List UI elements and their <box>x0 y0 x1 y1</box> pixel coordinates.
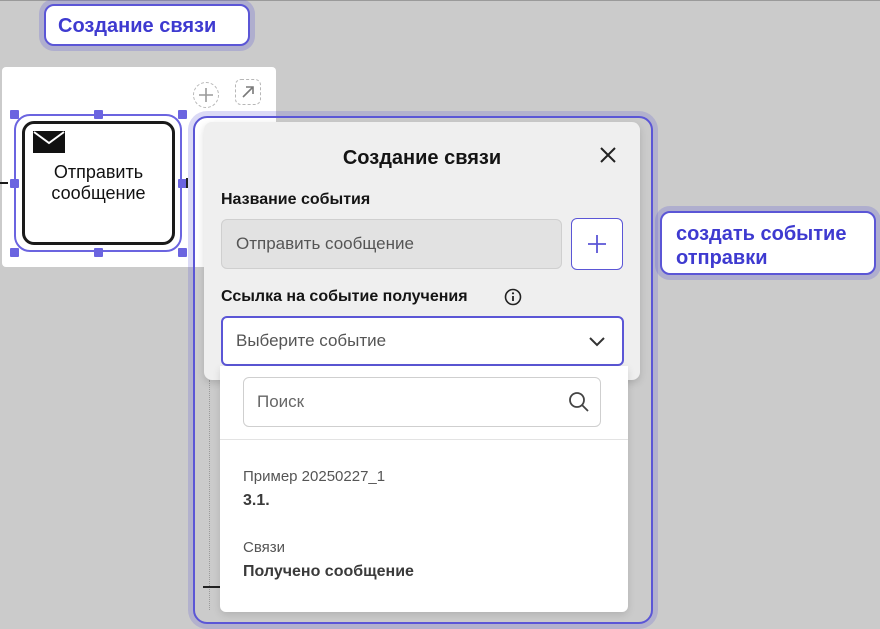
group-label: Связи <box>243 539 286 556</box>
append-element-button[interactable] <box>193 82 219 108</box>
callout-text: создать событие <box>676 223 847 245</box>
resize-handle[interactable] <box>10 179 19 188</box>
callout-create-send-event: создать событие отправки <box>660 211 876 275</box>
resize-handle[interactable] <box>10 248 19 257</box>
callout-text: отправки <box>676 247 768 269</box>
chevron-down-icon <box>589 337 605 347</box>
event-option[interactable]: Получено сообщение <box>243 563 414 581</box>
event-name-label: Название события <box>221 191 371 208</box>
dialog-title: Создание связи <box>342 147 502 169</box>
close-icon[interactable] <box>597 144 619 166</box>
task-label: Отправить сообщение <box>25 162 172 204</box>
search-icon <box>569 392 589 412</box>
top-border <box>0 0 880 1</box>
divider <box>220 439 628 440</box>
resize-handle[interactable] <box>94 110 103 119</box>
search-placeholder: Поиск <box>257 392 305 411</box>
group-label: Пример 20250227_1 <box>243 468 386 485</box>
info-icon[interactable] <box>504 288 522 306</box>
resize-handle[interactable] <box>178 110 187 119</box>
arrow-up-right-icon <box>242 86 254 98</box>
connector-stub <box>0 182 8 184</box>
event-option[interactable]: 3.1. <box>243 492 270 510</box>
resize-handle[interactable] <box>94 248 103 257</box>
envelope-icon <box>33 131 65 153</box>
task-label-line: сообщение <box>51 183 146 203</box>
receive-link-label: Ссылка на событие получения <box>221 288 468 305</box>
callout-create-connection: Создание связи <box>44 4 250 46</box>
resize-handle[interactable] <box>10 110 19 119</box>
select-placeholder: Выберите событие <box>236 331 387 350</box>
send-message-task[interactable]: Отправить сообщение <box>22 121 175 245</box>
resize-handle[interactable] <box>178 248 187 257</box>
event-dropdown: Поиск Пример 20250227_1 3.1. Связи Получ… <box>220 366 628 612</box>
dotted-guide <box>209 380 210 610</box>
connector-stub <box>186 178 188 188</box>
receive-event-select[interactable]: Выберите событие <box>221 316 624 366</box>
plus-icon <box>588 235 606 253</box>
plus-icon <box>199 88 213 102</box>
create-connection-button[interactable] <box>235 79 261 105</box>
callout-text: Создание связи <box>58 15 217 37</box>
search-input[interactable]: Поиск <box>243 377 601 427</box>
add-event-button[interactable] <box>571 218 623 270</box>
task-label-line: Отправить <box>53 162 144 182</box>
event-name-field[interactable]: Отправить сообщение <box>221 219 562 269</box>
